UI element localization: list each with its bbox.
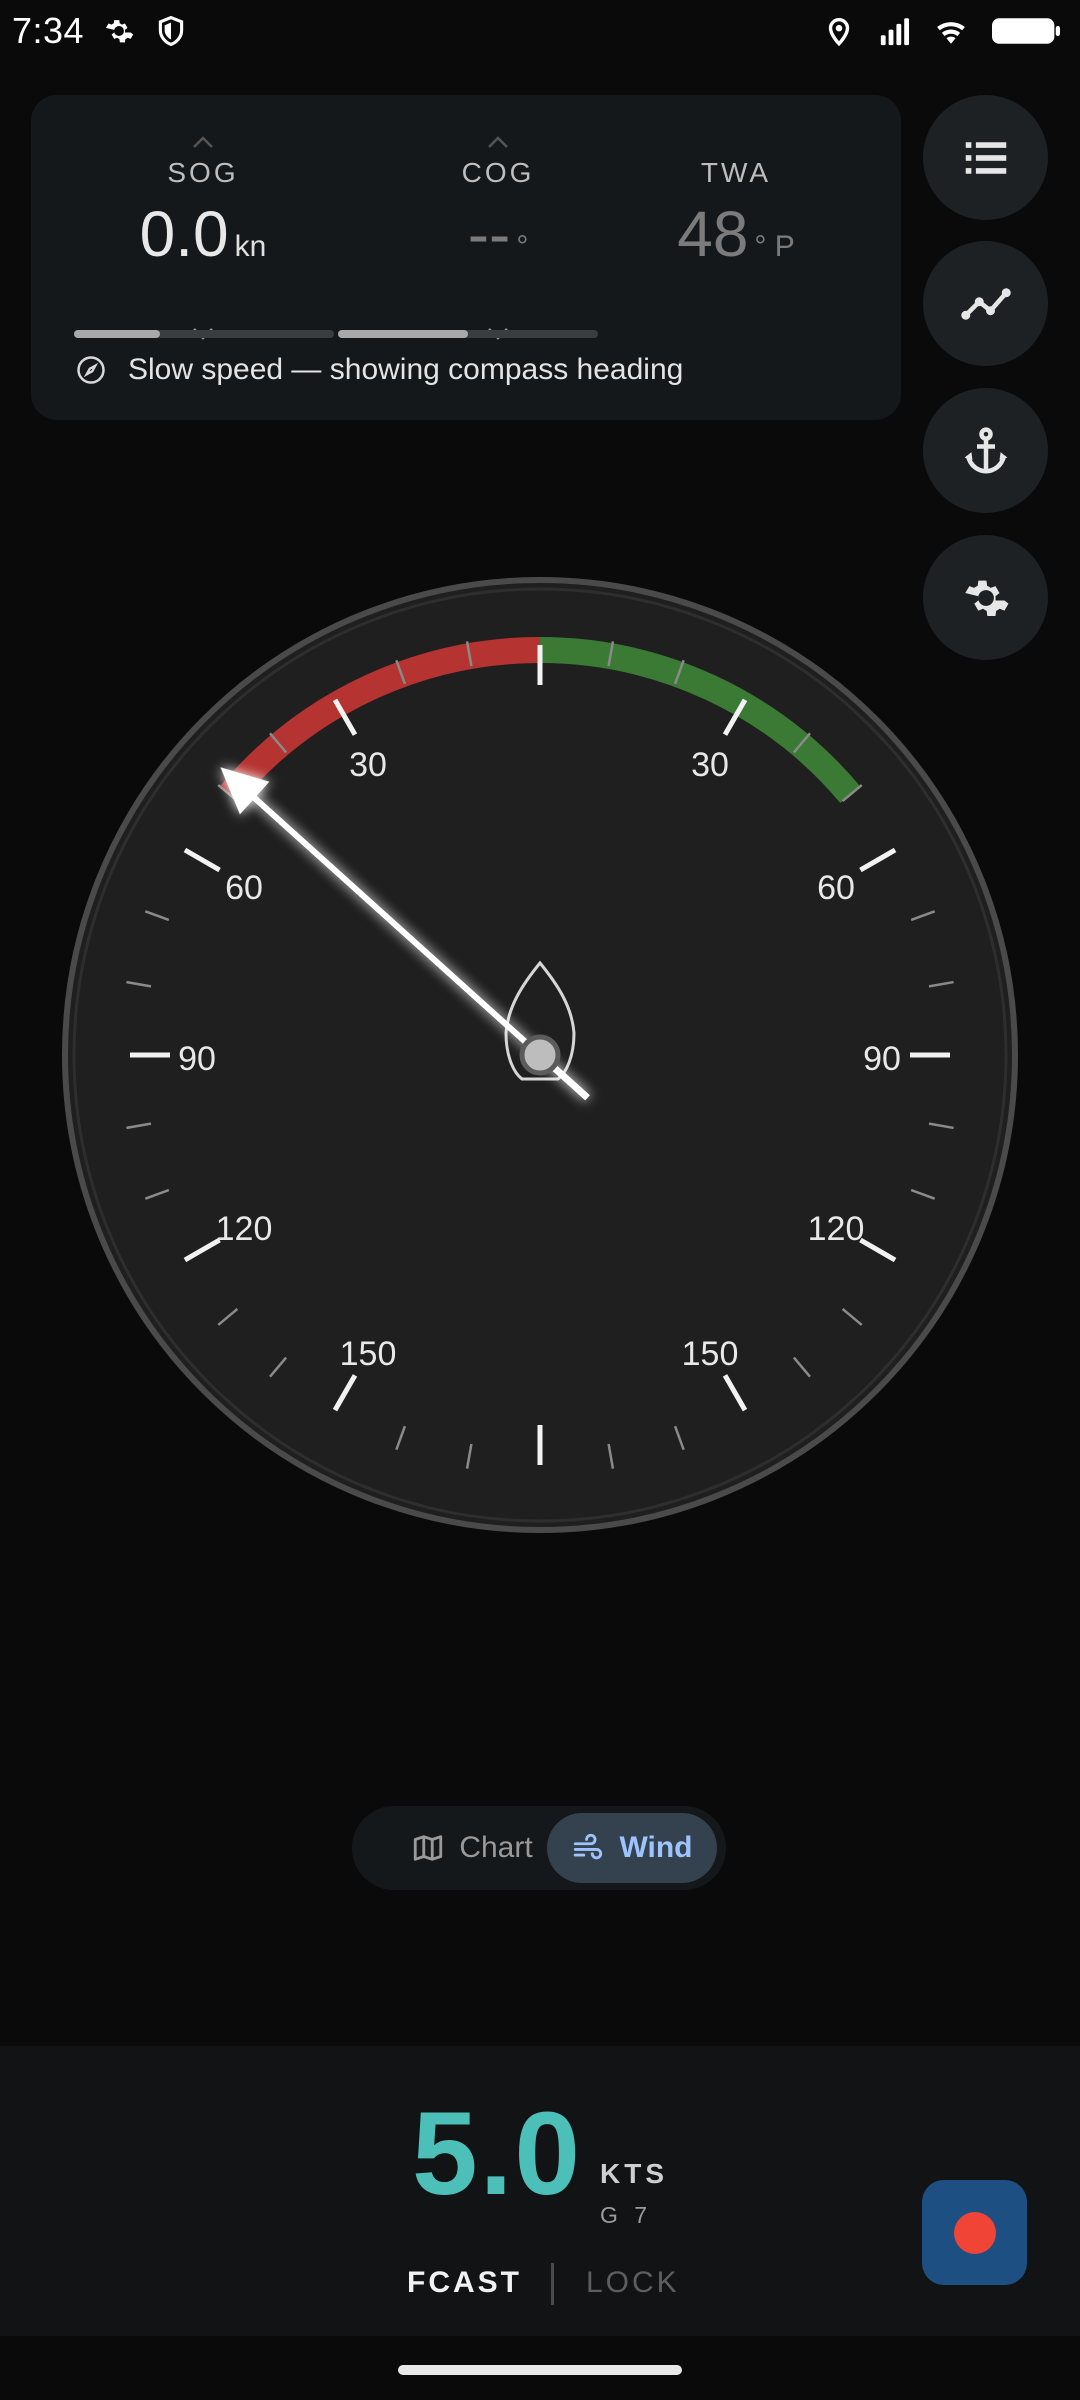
wind-icon xyxy=(574,1833,603,1860)
signal-icon xyxy=(878,14,912,48)
status-left: 7:34 xyxy=(12,10,188,52)
sog-metric[interactable]: SOG 0.0 kn xyxy=(103,135,303,340)
sog-label: SOG xyxy=(167,157,239,188)
battery-icon xyxy=(990,14,1062,48)
mode-toggle: Chart Wind xyxy=(352,1806,726,1890)
anchor-button[interactable] xyxy=(923,388,1048,513)
status-bar: 7:34 xyxy=(0,0,1080,62)
speed-notice-text: Slow speed — showing compass heading xyxy=(128,353,684,386)
gauge-label-left-150: 150 xyxy=(340,1335,397,1373)
sog-unit: kn xyxy=(234,230,267,263)
sog-value: 0.0 xyxy=(139,198,229,270)
lock-button[interactable]: LOCK xyxy=(586,2266,680,2300)
wifi-icon xyxy=(934,14,968,48)
sog-value-row: 0.0 kn xyxy=(103,197,303,271)
gauge-label-left-90: 90 xyxy=(178,1040,216,1078)
trend-button[interactable] xyxy=(923,241,1048,366)
wind-mode-button[interactable]: Wind xyxy=(547,1813,717,1883)
compass-icon xyxy=(76,355,106,385)
twa-value: 48 xyxy=(677,198,749,270)
chevron-up-icon[interactable] xyxy=(486,135,510,149)
wind-mode-label: Wind xyxy=(619,1831,693,1864)
chart-mode-label: Chart xyxy=(459,1831,533,1864)
gauge-label-left-120: 120 xyxy=(216,1210,273,1248)
settings-icon xyxy=(102,14,136,48)
info-panel: SOG 0.0 kn COG -- ° TWA 48 ° P Slow spee… xyxy=(31,95,901,420)
gauge-label-left-30: 30 xyxy=(349,746,387,784)
location-icon xyxy=(822,14,856,48)
gauge-label-right-150: 150 xyxy=(682,1335,739,1373)
gauge-label-right-30: 30 xyxy=(691,746,729,784)
wind-gust-label: G 7 xyxy=(600,2202,653,2228)
cog-value-row: -- ° xyxy=(398,197,598,271)
fcast-button[interactable]: FCAST xyxy=(407,2266,522,2300)
metric-progress xyxy=(74,330,629,338)
list-icon xyxy=(965,141,1006,174)
twa-unit: ° P xyxy=(754,230,795,263)
cog-label: COG xyxy=(461,157,535,188)
wind-speed-unit: KTS xyxy=(600,2158,668,2189)
wind-speed-value: 5.0 xyxy=(412,2088,583,2220)
speed-notice: Slow speed — showing compass heading xyxy=(76,353,683,387)
twa-value-row: 48 ° P xyxy=(636,197,836,271)
cog-metric[interactable]: COG -- ° xyxy=(398,135,598,340)
chart-mode-button[interactable]: Chart xyxy=(382,1813,562,1883)
shield-icon xyxy=(154,14,188,48)
sog-progress-fill xyxy=(74,330,160,338)
twa-label: TWA xyxy=(700,157,772,188)
needle-hub xyxy=(519,1034,561,1076)
anchor-icon xyxy=(964,426,1007,474)
chevron-up-icon[interactable] xyxy=(191,135,215,149)
map-icon xyxy=(414,1835,443,1861)
wind-angle-gauge: 30 60 90 120 150 30 60 90 120 150 xyxy=(62,577,1018,1533)
divider xyxy=(551,2263,554,2305)
gauge-label-left-60: 60 xyxy=(225,869,263,907)
record-icon xyxy=(953,2211,996,2254)
bottom-bar: 5.0 KTS G 7 FCAST LOCK xyxy=(0,2046,1080,2336)
cog-progress-fill xyxy=(338,330,468,338)
status-time: 7:34 xyxy=(12,10,85,51)
gauge-label-right-120: 120 xyxy=(808,1210,865,1248)
home-indicator[interactable] xyxy=(398,2365,682,2375)
gauge-label-right-90: 90 xyxy=(863,1040,901,1078)
list-button[interactable] xyxy=(923,95,1048,220)
record-button[interactable] xyxy=(922,2180,1027,2285)
gauge-label-right-60: 60 xyxy=(817,869,855,907)
twa-metric[interactable]: TWA 48 ° P xyxy=(636,135,836,271)
cog-unit: ° xyxy=(516,230,529,263)
cog-value: -- xyxy=(467,198,511,270)
trend-icon xyxy=(960,287,1011,320)
status-right xyxy=(822,14,1062,48)
